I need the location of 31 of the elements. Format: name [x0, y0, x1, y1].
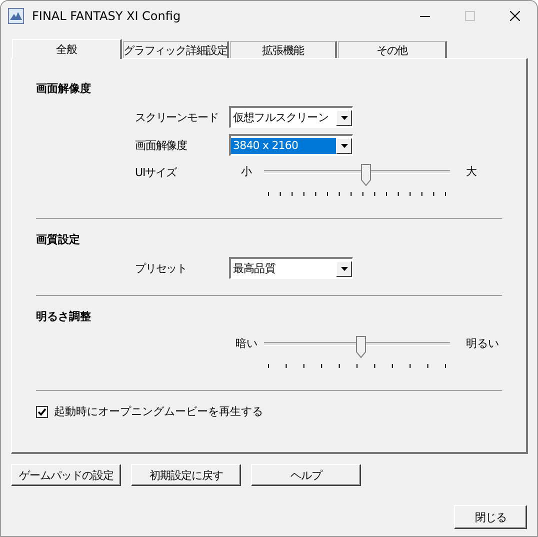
action-button[interactable]: 初期設定に戻す	[131, 464, 241, 486]
close-button[interactable]: 閉じる	[454, 505, 527, 529]
dropdown[interactable]: 仮想フルスクリーン	[229, 106, 353, 128]
window-title: FINAL FANTASY XI Config	[32, 8, 182, 22]
field-label: 画面解像度	[135, 138, 188, 152]
slider-max-label: 大	[465, 164, 477, 179]
app-icon	[8, 8, 24, 24]
dropdown-value: 仮想フルスクリーン	[232, 110, 330, 126]
slider-min-label: 小	[240, 164, 253, 179]
tab[interactable]: 全般	[12, 39, 122, 59]
slider-min-label: 暗い	[234, 336, 258, 351]
section-heading: 画質設定	[36, 232, 81, 247]
tab[interactable]: 拡張機能	[230, 41, 337, 58]
slider-max-label: 明るい	[465, 336, 499, 351]
field-label: UIサイズ	[135, 165, 178, 180]
section-heading: 画面解像度	[36, 81, 92, 96]
action-button[interactable]: ヘルプ	[251, 464, 361, 486]
tab[interactable]: グラフィック詳細設定	[123, 41, 229, 58]
checkbox[interactable]	[36, 406, 48, 418]
dropdown[interactable]: 3840 x 2160	[229, 134, 353, 156]
field-label: プリセット	[135, 260, 188, 276]
dropdown-value: 3840 x 2160	[231, 138, 336, 154]
dropdown[interactable]: 最高品質	[229, 257, 353, 279]
slider-thumb[interactable]	[356, 336, 366, 358]
section-heading: 明るさ調整	[36, 309, 92, 324]
action-button[interactable]: ゲームパッドの設定	[11, 464, 121, 486]
dropdown-value: 最高品質	[232, 260, 276, 276]
tab[interactable]: その他	[338, 41, 447, 58]
checkbox-label: 起動時にオープニングムービーを再生する	[54, 404, 263, 419]
slider-thumb[interactable]	[361, 164, 372, 186]
field-label: スクリーンモード	[135, 110, 220, 124]
